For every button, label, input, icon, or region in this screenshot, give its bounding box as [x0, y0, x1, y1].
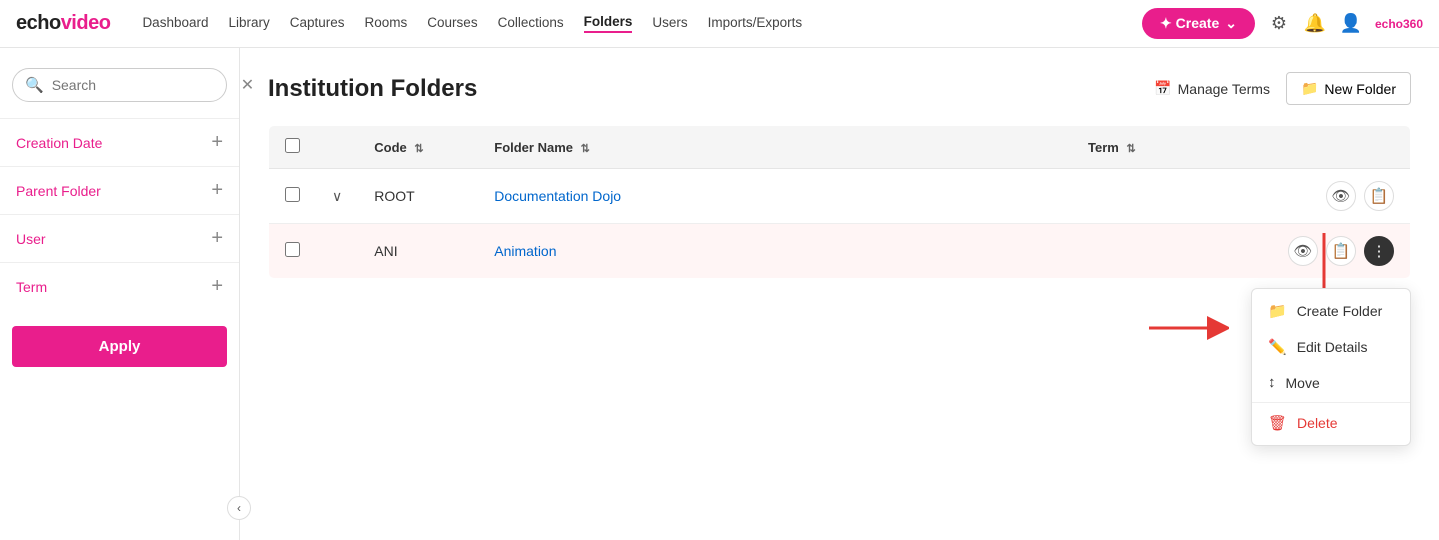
row1-name: Documentation Dojo [478, 169, 1072, 224]
nav-rooms[interactable]: Rooms [365, 15, 408, 32]
move-label: Move [1286, 375, 1320, 391]
delete-icon: 🗑 [1268, 414, 1287, 432]
nav-right: ✦ Create ⌄ ⚙ 🔔 👤 echo360 [1142, 8, 1423, 39]
row1-code: ROOT [358, 169, 478, 224]
filter-parent-folder[interactable]: Parent Folder + [0, 166, 239, 214]
layout: 🔍 ✕ Creation Date + Parent Folder + User… [0, 48, 1439, 540]
row1-folder-link[interactable]: Documentation Dojo [494, 188, 621, 204]
logo-video: video [61, 12, 111, 35]
nav-folders[interactable]: Folders [584, 14, 633, 33]
expand-header [316, 126, 358, 169]
select-all-checkbox[interactable] [285, 138, 300, 153]
row2-term [1072, 224, 1272, 279]
search-input[interactable] [52, 77, 233, 93]
filter-parent-folder-plus-icon: + [211, 179, 223, 202]
select-all-header [269, 126, 317, 169]
row2-folder-link[interactable]: Animation [494, 243, 556, 259]
apply-button[interactable]: Apply [12, 326, 227, 367]
page-header: Institution Folders 📅 Manage Terms 📁 New… [268, 72, 1411, 105]
row2-expand-cell [316, 224, 358, 279]
context-menu-create-folder[interactable]: 📁 Create Folder [1252, 293, 1410, 329]
filter-creation-date-plus-icon: + [211, 131, 223, 154]
context-menu-divider [1252, 402, 1410, 403]
filter-user-plus-icon: + [211, 227, 223, 250]
filter-term-label: Term [16, 279, 47, 295]
row1-expand-cell: ∨ [316, 169, 358, 224]
context-menu: 📁 Create Folder ✏️ Edit Details ↕ Move 🗑… [1251, 288, 1411, 446]
nav-collections[interactable]: Collections [498, 15, 564, 32]
sidebar-collapse-button[interactable]: ‹ [227, 496, 251, 520]
search-box: 🔍 ✕ [12, 68, 227, 102]
row1-checkbox[interactable] [285, 187, 300, 202]
filter-user[interactable]: User + [0, 214, 239, 262]
logo-echo: echo [16, 12, 61, 35]
filter-creation-date[interactable]: Creation Date + [0, 118, 239, 166]
top-nav: echovideo Dashboard Library Captures Roo… [0, 0, 1439, 48]
main-content: Institution Folders 📅 Manage Terms 📁 New… [240, 48, 1439, 540]
context-menu-move[interactable]: ↕ Move [1252, 365, 1410, 400]
filter-term[interactable]: Term + [0, 262, 239, 310]
table-header-row: Code ⇅ Folder Name ⇅ Term ⇅ [269, 126, 1411, 169]
code-sort-icon: ⇅ [414, 143, 423, 155]
row1-action-icons: 👁 📋 [1288, 181, 1394, 211]
edit-details-label: Edit Details [1297, 339, 1368, 355]
create-folder-label: Create Folder [1297, 303, 1383, 319]
bell-icon[interactable]: 🔔 [1303, 12, 1327, 36]
row2-name: Animation [478, 224, 1072, 279]
folder-icon: 📁 [1301, 80, 1318, 97]
actions-header [1272, 126, 1411, 169]
row1-checkbox-cell [269, 169, 317, 224]
filter-parent-folder-label: Parent Folder [16, 183, 101, 199]
filter-user-label: User [16, 231, 46, 247]
filter-term-plus-icon: + [211, 275, 223, 298]
folders-table: Code ⇅ Folder Name ⇅ Term ⇅ [268, 125, 1411, 279]
move-icon: ↕ [1268, 374, 1276, 391]
row2-checkbox[interactable] [285, 242, 300, 257]
nav-captures[interactable]: Captures [290, 15, 345, 32]
row2-checkbox-cell [269, 224, 317, 279]
filter-creation-date-label: Creation Date [16, 135, 102, 151]
user-label: echo360 [1375, 17, 1423, 31]
row1-edit-icon[interactable]: 📋 [1364, 181, 1394, 211]
row1-term [1072, 169, 1272, 224]
nav-courses[interactable]: Courses [427, 15, 477, 32]
page-title: Institution Folders [268, 75, 477, 103]
manage-terms-button[interactable]: 📅 Manage Terms [1154, 80, 1270, 97]
table-row: ANI Animation 👁 📋 ⋮ [269, 224, 1411, 279]
row1-expand-icon[interactable]: ∨ [332, 188, 342, 204]
context-menu-delete[interactable]: 🗑 Delete [1252, 405, 1410, 441]
settings-icon[interactable]: ⚙ [1267, 12, 1291, 36]
sidebar: 🔍 ✕ Creation Date + Parent Folder + User… [0, 48, 240, 540]
code-header[interactable]: Code ⇅ [358, 126, 478, 169]
calendar-icon: 📅 [1154, 80, 1171, 97]
header-actions: 📅 Manage Terms 📁 New Folder [1154, 72, 1411, 105]
row1-view-icon[interactable]: 👁 [1326, 181, 1356, 211]
nav-links: Dashboard Library Captures Rooms Courses… [142, 14, 1118, 33]
nav-users[interactable]: Users [652, 15, 687, 32]
row2-code: ANI [358, 224, 478, 279]
row1-actions: 👁 📋 [1272, 169, 1411, 224]
term-sort-icon: ⇅ [1126, 143, 1135, 155]
table-row: ∨ ROOT Documentation Dojo 👁 📋 [269, 169, 1411, 224]
term-header[interactable]: Term ⇅ [1072, 126, 1272, 169]
row2-more-icon[interactable]: ⋮ [1364, 236, 1394, 266]
folder-name-sort-icon: ⇅ [581, 143, 590, 155]
nav-dashboard[interactable]: Dashboard [142, 15, 208, 32]
folder-name-header[interactable]: Folder Name ⇅ [478, 126, 1072, 169]
nav-imports-exports[interactable]: Imports/Exports [708, 15, 803, 32]
context-menu-edit-details[interactable]: ✏️ Edit Details [1252, 329, 1410, 365]
search-icon: 🔍 [25, 76, 44, 94]
logo: echovideo [16, 12, 110, 35]
create-button[interactable]: ✦ Create ⌄ [1142, 8, 1255, 39]
edit-details-icon: ✏️ [1268, 338, 1287, 356]
new-folder-button[interactable]: 📁 New Folder [1286, 72, 1411, 105]
nav-library[interactable]: Library [228, 15, 269, 32]
arrow-right-annotation [1149, 313, 1229, 346]
delete-label: Delete [1297, 415, 1337, 431]
create-folder-icon: 📁 [1268, 302, 1287, 320]
user-icon[interactable]: 👤 [1339, 12, 1363, 36]
